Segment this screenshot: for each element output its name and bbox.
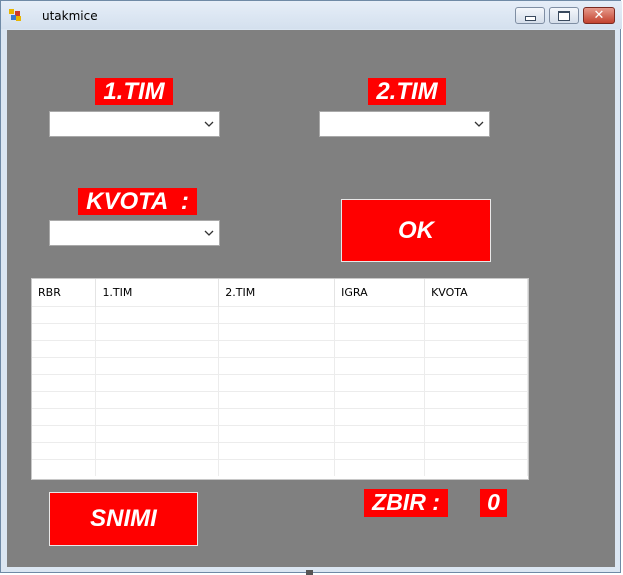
column-header-team2[interactable]: 2.TIM: [218, 279, 336, 306]
column-header-team1[interactable]: 1.TIM: [95, 279, 220, 306]
sum-label: ZBIR :: [364, 489, 448, 517]
team1-select[interactable]: [49, 111, 220, 137]
close-icon: ✕: [593, 8, 605, 23]
column-header-game[interactable]: IGRA: [334, 279, 426, 306]
minimize-icon: [524, 16, 536, 21]
chevron-down-icon: [204, 230, 214, 236]
odds-select[interactable]: [49, 220, 220, 246]
table-row[interactable]: [32, 322, 528, 340]
grid-body: [32, 305, 528, 476]
table-row[interactable]: [32, 339, 528, 357]
table-row[interactable]: [32, 373, 528, 391]
table-row[interactable]: [32, 305, 528, 323]
table-row[interactable]: [32, 407, 528, 425]
resize-grip[interactable]: [306, 570, 313, 575]
close-button[interactable]: ✕: [583, 7, 615, 24]
team2-label: 2.TIM: [368, 78, 446, 105]
maximize-icon: [558, 10, 570, 21]
matches-grid[interactable]: RBR 1.TIM 2.TIM IGRA KVOTA: [31, 278, 529, 480]
column-header-rbr[interactable]: RBR: [32, 279, 97, 306]
maximize-button[interactable]: [549, 7, 579, 24]
form-client-area: 1.TIM 2.TIM KVOTA : OK RBR 1.TIM 2.TIM I…: [7, 30, 615, 567]
table-row[interactable]: [32, 441, 528, 459]
ok-button[interactable]: OK: [341, 199, 491, 262]
main-window: utakmice ✕ 1.TIM 2.TIM KVOTA : OK RBR 1.…: [0, 0, 622, 573]
app-icon[interactable]: [9, 9, 21, 21]
table-row[interactable]: [32, 424, 528, 442]
table-row[interactable]: [32, 390, 528, 408]
table-row[interactable]: [32, 356, 528, 374]
save-button[interactable]: SNIMI: [49, 492, 198, 546]
team2-select[interactable]: [319, 111, 490, 137]
title-bar[interactable]: utakmice ✕: [1, 1, 622, 29]
column-header-odds[interactable]: KVOTA: [424, 279, 528, 306]
sum-value: 0: [480, 489, 507, 517]
odds-label: KVOTA :: [78, 188, 197, 215]
matches-table: RBR 1.TIM 2.TIM IGRA KVOTA: [32, 279, 528, 476]
window-title: utakmice: [42, 9, 98, 23]
table-row[interactable]: [32, 458, 528, 476]
minimize-button[interactable]: [515, 7, 545, 24]
team1-label: 1.TIM: [95, 78, 173, 105]
grid-header-row: RBR 1.TIM 2.TIM IGRA KVOTA: [32, 279, 528, 306]
chevron-down-icon: [474, 121, 484, 127]
chevron-down-icon: [204, 121, 214, 127]
